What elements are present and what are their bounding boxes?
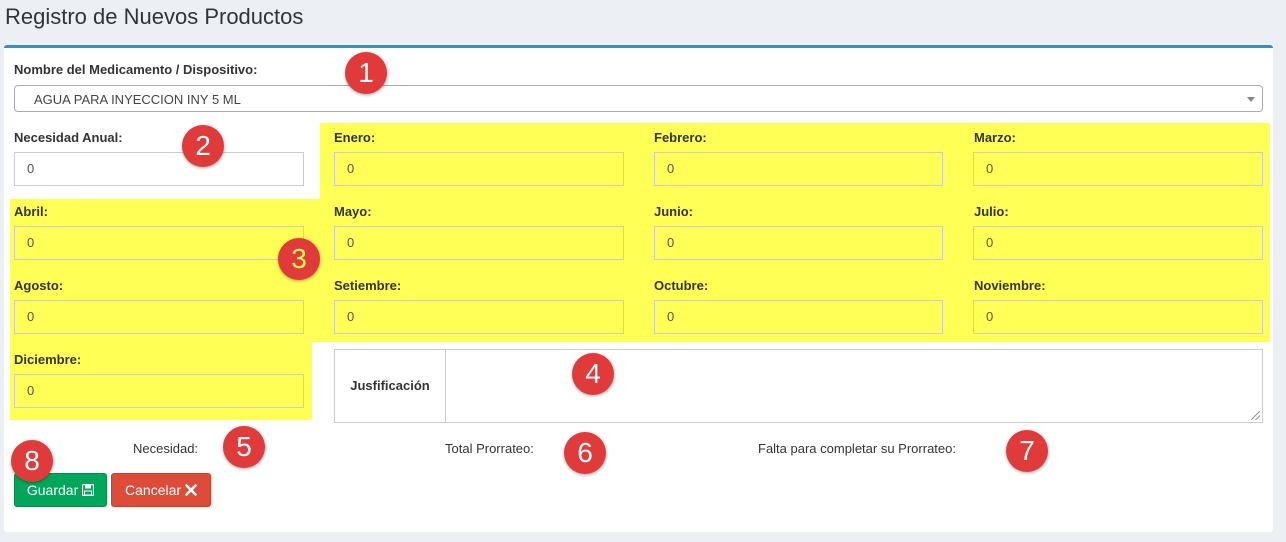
month-label-julio: Julio: xyxy=(974,204,1009,219)
month-label-octubre: Octubre: xyxy=(654,278,709,293)
save-button-label: Guardar xyxy=(26,482,79,498)
justification-group: Jusfificación xyxy=(334,349,1263,423)
month-input-noviembre[interactable]: 0 xyxy=(973,300,1263,334)
month-input-junio[interactable]: 0 xyxy=(654,226,943,260)
month-label-febrero: Febrero: xyxy=(654,130,707,145)
month-input-julio[interactable]: 0 xyxy=(973,226,1263,260)
month-input-mayo[interactable]: 0 xyxy=(334,226,624,260)
month-label-agosto: Agosto: xyxy=(14,278,64,293)
annotation-marker-2: 2 xyxy=(182,125,224,167)
floppy-disk-icon xyxy=(82,483,95,497)
chevron-down-icon xyxy=(1247,97,1255,102)
annual-need-label: Necesidad Anual: xyxy=(14,130,123,145)
annotation-marker-6: 6 xyxy=(564,432,606,474)
month-label-noviembre: Noviembre: xyxy=(974,278,1046,293)
month-input-enero[interactable]: 0 xyxy=(334,152,624,186)
month-input-setiembre[interactable]: 0 xyxy=(334,300,624,334)
close-icon xyxy=(185,484,197,496)
month-label-mayo: Mayo: xyxy=(334,204,372,219)
month-label-marzo: Marzo: xyxy=(974,130,1016,145)
annotation-marker-7: 7 xyxy=(1006,430,1048,472)
cancel-button-label: Cancelar xyxy=(125,482,182,498)
page-title: Registro de Nuevos Productos xyxy=(5,4,304,29)
month-label-diciembre: Diciembre: xyxy=(14,352,82,367)
month-input-febrero[interactable]: 0 xyxy=(654,152,943,186)
month-input-octubre[interactable]: 0 xyxy=(654,300,943,334)
month-label-abril: Abril: xyxy=(14,204,48,219)
product-label: Nombre del Medicamento / Dispositivo: xyxy=(14,62,258,77)
month-input-marzo[interactable]: 0 xyxy=(973,152,1263,186)
annotation-marker-8: 8 xyxy=(11,440,53,482)
annotation-marker-5: 5 xyxy=(223,426,265,468)
month-input-diciembre[interactable]: 0 xyxy=(14,374,304,408)
annotation-marker-1: 1 xyxy=(345,52,387,94)
month-input-abril[interactable]: 0 xyxy=(14,226,304,260)
month-label-junio: Junio: xyxy=(654,204,693,219)
month-label-enero: Enero: xyxy=(334,130,376,145)
annotation-marker-3: 3 xyxy=(278,238,320,280)
need-label: Necesidad: xyxy=(133,441,199,456)
product-select[interactable]: AGUA PARA INYECCION INY 5 ML xyxy=(14,85,1263,112)
product-select-value: AGUA PARA INYECCION INY 5 ML xyxy=(34,92,241,107)
missing-prorrateo-label: Falta para completar su Prorrateo: xyxy=(758,441,956,456)
month-label-setiembre: Setiembre: xyxy=(334,278,402,293)
justification-label: Jusfificación xyxy=(335,350,446,422)
justification-textarea[interactable] xyxy=(447,350,1262,422)
total-prorrateo-label: Total Prorrateo: xyxy=(445,441,534,456)
resize-handle-icon[interactable] xyxy=(1251,411,1260,420)
annual-need-input[interactable]: 0 xyxy=(14,152,304,186)
month-input-agosto[interactable]: 0 xyxy=(14,300,304,334)
annotation-marker-4: 4 xyxy=(572,353,614,395)
cancel-button[interactable]: Cancelar xyxy=(111,473,211,507)
